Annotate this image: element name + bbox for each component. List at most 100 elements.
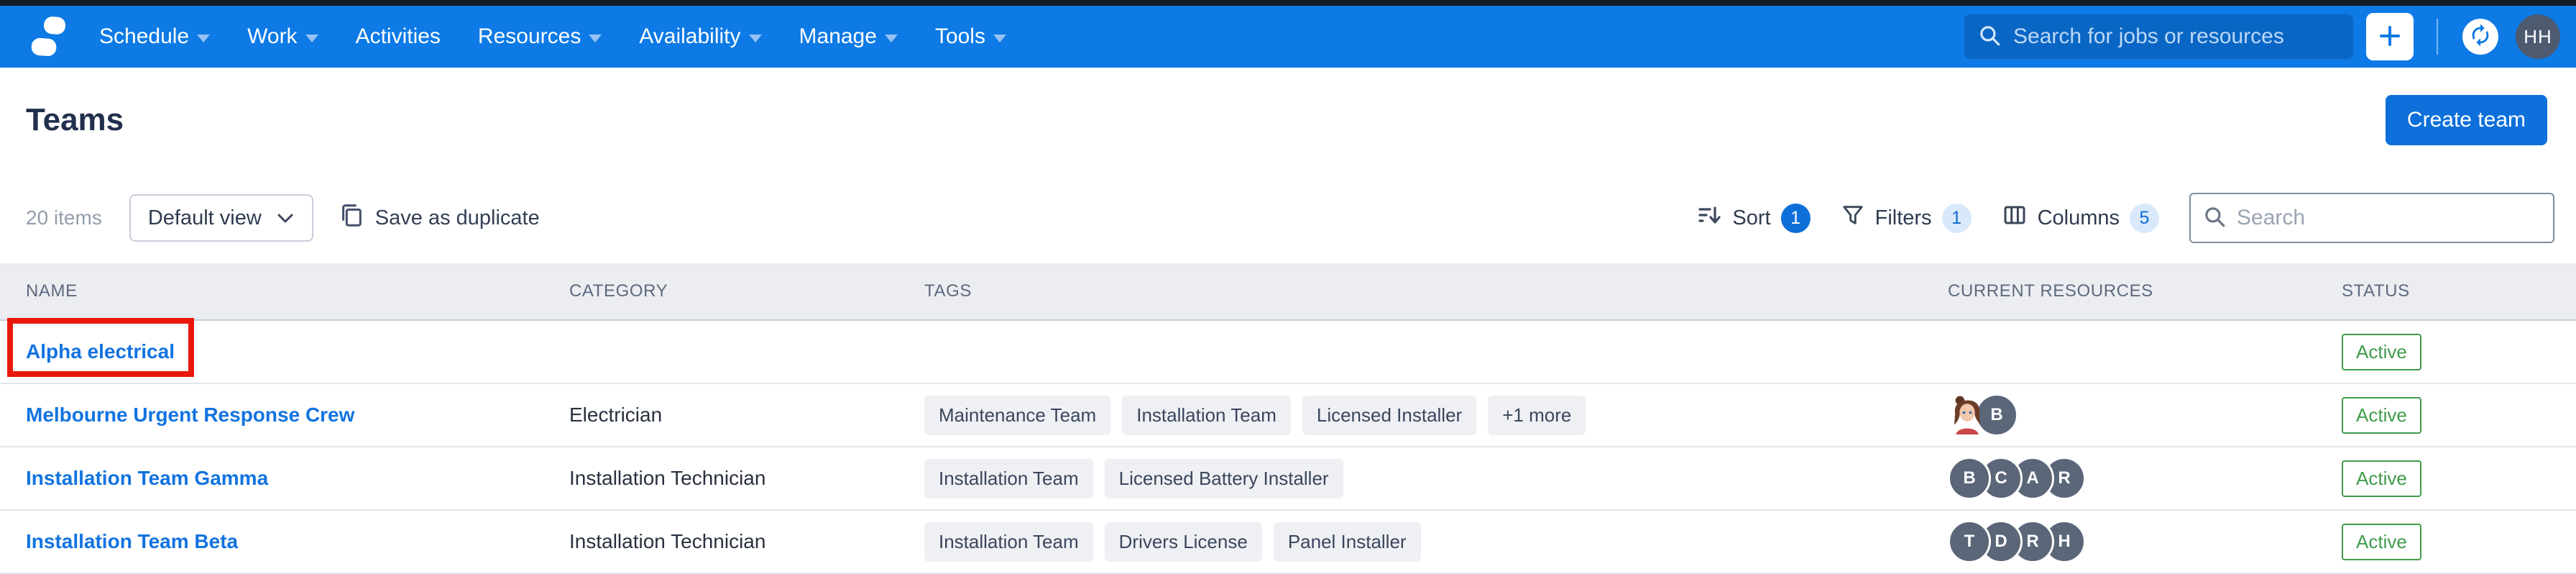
column-header-name[interactable]: NAME — [26, 281, 569, 301]
create-new-button[interactable] — [2366, 13, 2414, 60]
tag-chip: Installation Team — [924, 458, 1093, 498]
search-icon — [1977, 23, 2002, 51]
cell-category: Installation Technician — [569, 467, 924, 490]
filters-button[interactable]: Filters 1 — [1841, 203, 1972, 233]
user-avatar[interactable]: HH — [2516, 14, 2560, 59]
global-search-box[interactable] — [1964, 14, 2353, 59]
column-header-status[interactable]: STATUS — [2342, 281, 2576, 301]
columns-button[interactable]: Columns 5 — [2002, 202, 2159, 234]
search-icon — [2202, 204, 2227, 232]
cell-current-resources: B — [1948, 393, 2342, 437]
toolbar-right: Sort 1 Filters 1 Columns 5 Search — [1696, 193, 2554, 243]
avatar-initials: B — [1948, 457, 1991, 500]
sort-button[interactable]: Sort 1 — [1696, 202, 1811, 234]
app-root: Schedule Work Activities Resources Availabil… — [0, 0, 2576, 574]
columns-icon — [2002, 202, 2028, 234]
team-name-link[interactable]: Melbourne Urgent Response Crew — [26, 404, 354, 426]
column-header-current-resources[interactable]: CURRENT RESOURCES — [1948, 281, 2342, 301]
nav-item-availability[interactable]: Availability — [639, 24, 762, 49]
sync-icon — [2468, 23, 2493, 51]
page-header: Teams Create team — [0, 68, 2576, 173]
table-row: Installation Team Beta Installation Techn… — [0, 511, 2576, 574]
cell-name: Alpha electrical — [26, 340, 569, 363]
avatar-image — [1948, 396, 1987, 434]
table-body: Alpha electrical Active Melbourne Urgent R… — [0, 321, 2576, 574]
nav-item-tools[interactable]: Tools — [935, 24, 1006, 49]
tag-overflow-chip[interactable]: +1 more — [1488, 395, 1586, 435]
cell-tags: Maintenance Team Installation Team License… — [924, 395, 1948, 435]
tag-chip: Installation Team — [924, 521, 1093, 562]
status-badge: Active — [2342, 460, 2421, 497]
category-text: Electrician — [569, 404, 663, 426]
sort-count-badge: 1 — [1780, 203, 1811, 233]
global-search-input[interactable] — [2012, 24, 2340, 50]
columns-count-badge: 5 — [2130, 203, 2159, 233]
skedulo-logo-icon[interactable] — [26, 15, 72, 58]
list-search-box[interactable] — [2189, 193, 2554, 243]
table-header: NAME CATEGORY TAGS CURRENT RESOURCES STATUS — [0, 263, 2576, 321]
nav-item-label: Manage — [799, 24, 877, 48]
chevron-down-icon — [748, 35, 762, 42]
nav-item-label: Schedule — [99, 24, 190, 48]
filter-icon — [1841, 203, 1865, 233]
nav-item-activities[interactable]: Activities — [356, 24, 441, 49]
table-row: Installation Team Gamma Installation Tech… — [0, 447, 2576, 511]
cell-category: Installation Technician — [569, 530, 924, 553]
cell-tags: Installation Team Licensed Battery Instal… — [924, 458, 1948, 498]
create-team-button[interactable]: Create team — [2385, 95, 2547, 145]
nav-item-resources[interactable]: Resources — [478, 24, 602, 49]
nav-right-cluster: HH — [1964, 13, 2560, 60]
cell-status: Active — [2342, 333, 2576, 370]
tag-chip: Maintenance Team — [924, 395, 1111, 435]
column-header-category[interactable]: CATEGORY — [569, 281, 924, 301]
sort-icon — [1696, 202, 1722, 234]
window-top-strip — [0, 0, 2576, 6]
plus-icon — [2375, 22, 2404, 53]
cell-status: Active — [2342, 396, 2576, 434]
nav-item-work[interactable]: Work — [247, 24, 318, 49]
columns-label: Columns — [2037, 206, 2120, 229]
chevron-down-icon — [884, 35, 898, 42]
list-toolbar: 20 items Default view Save as duplicate — [0, 173, 2576, 263]
sort-label: Sort — [1732, 206, 1771, 229]
tag-chip: Panel Installer — [1273, 521, 1421, 562]
nav-item-label: Work — [247, 24, 298, 48]
team-name-link[interactable]: Installation Team Gamma — [26, 467, 268, 489]
nav-item-label: Tools — [934, 24, 985, 48]
cell-current-resources: TDRH — [1948, 520, 2342, 563]
top-navbar: Schedule Work Activities Resources Availabil… — [0, 6, 2576, 68]
cell-name: Melbourne Urgent Response Crew — [26, 404, 569, 427]
cell-name: Installation Team Gamma — [26, 467, 569, 490]
status-badge: Active — [2342, 396, 2421, 434]
save-as-duplicate-label: Save as duplicate — [374, 206, 540, 229]
nav-divider — [2437, 19, 2438, 55]
sync-button[interactable] — [2462, 19, 2498, 55]
category-text: Installation Technician — [569, 467, 766, 489]
filters-label: Filters — [1874, 206, 1932, 229]
avatar-initials: T — [1948, 520, 1991, 563]
tag-chip: Installation Team — [1122, 395, 1291, 435]
nav-item-label: Resources — [477, 24, 581, 48]
cell-tags: Installation Team Drivers License Panel In… — [924, 521, 1948, 562]
filters-count-badge: 1 — [1941, 203, 1972, 233]
column-header-tags[interactable]: TAGS — [924, 281, 1948, 301]
tag-chip: Licensed Installer — [1302, 395, 1477, 435]
cell-name: Installation Team Beta — [26, 530, 569, 553]
nav-item-schedule[interactable]: Schedule — [99, 24, 211, 49]
list-search-input[interactable] — [2235, 205, 2542, 231]
table-row: Melbourne Urgent Response Crew Electricia… — [0, 384, 2576, 447]
team-name-link[interactable]: Installation Team Beta — [26, 530, 238, 552]
tag-chip: Licensed Battery Installer — [1104, 458, 1343, 498]
duplicate-icon — [338, 201, 365, 234]
page-title: Teams — [26, 102, 124, 137]
save-as-duplicate-button[interactable]: Save as duplicate — [338, 201, 540, 234]
view-selector-label: Default view — [147, 206, 262, 229]
team-name-link[interactable]: Alpha electrical — [26, 340, 175, 363]
status-badge: Active — [2342, 333, 2421, 370]
nav-item-manage[interactable]: Manage — [799, 24, 898, 49]
nav-item-label: Activities — [355, 24, 441, 48]
chevron-down-icon — [589, 35, 602, 42]
view-selector[interactable]: Default view — [129, 194, 313, 242]
nav-item-label: Availability — [639, 24, 741, 48]
cell-current-resources: BCAR — [1948, 457, 2342, 500]
